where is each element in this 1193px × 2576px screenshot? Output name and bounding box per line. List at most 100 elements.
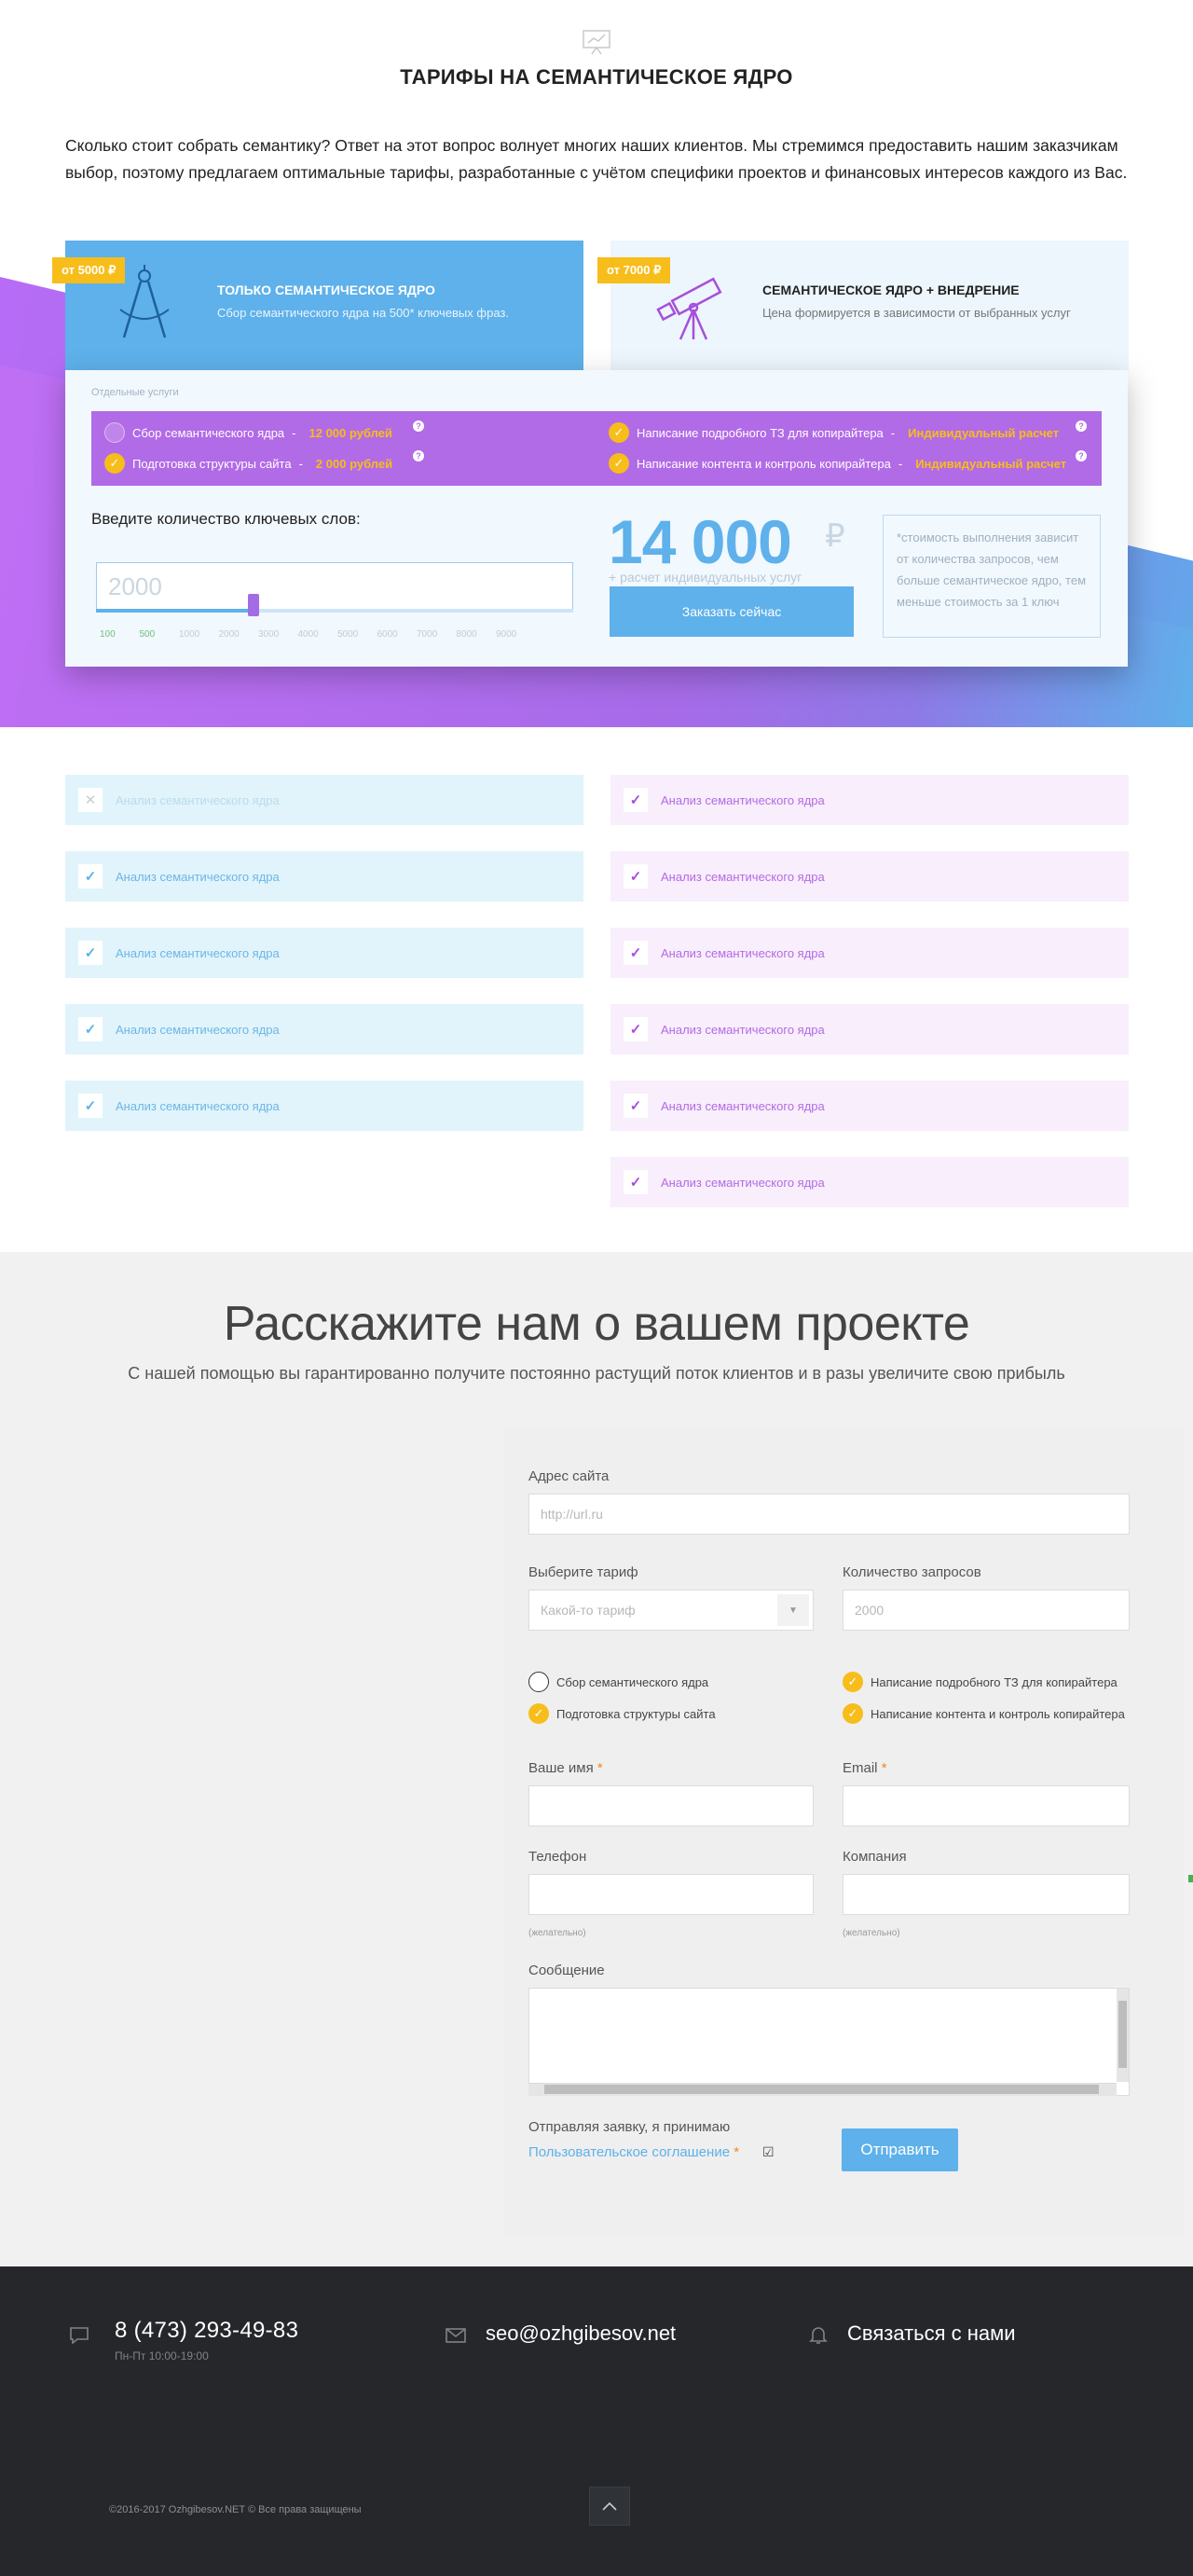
services-box: Сбор семантического ядра -12 000 рублей ?… [91,411,1102,486]
footer-email[interactable]: seo@ozhgibesov.net [486,2321,676,2346]
service-label: Подготовка структуры сайта [132,456,292,471]
service-label: Сбор семантического ядра [556,1674,709,1689]
checkbox[interactable] [104,422,125,443]
form-service-site-structure[interactable]: ✓ Подготовка структуры сайта [528,1703,716,1724]
feature-label: Анализ семантического ядра [661,869,825,884]
check-icon: ✓ [78,1094,103,1118]
service-tech-spec[interactable]: ✓ Написание подробного ТЗ для копирайтер… [609,422,1059,443]
chevron-down-icon[interactable]: ▼ [777,1594,809,1626]
name-label: Ваше имя * [528,1760,603,1776]
help-icon[interactable]: ? [1076,420,1087,432]
slider-tick: 1000 [179,629,200,640]
service-label: Сбор семантического ядра [132,425,285,440]
check-icon: ✓ [624,1170,648,1194]
help-icon[interactable]: ? [413,450,424,461]
form-title: Расскажите нам о вашем проекте [223,1297,970,1351]
phone-input[interactable] [528,1874,814,1915]
optional-note: (желательно) [843,1928,900,1938]
telescope-icon [652,261,727,345]
footer-hours: Пн-Пт 10:00-19:00 [115,2349,209,2362]
services-caption: Отдельные услуги [91,387,179,398]
agreement-text: Отправляя заявку, я принимаю [528,2119,731,2135]
tariff-subtitle: Сбор семантического ядра на 500* ключевы… [217,306,509,320]
form-service-tech-spec[interactable]: ✓ Написание подробного ТЗ для копирайтера [843,1672,1118,1692]
site-input[interactable]: http://url.ru [528,1494,1130,1535]
feature-label: Анализ семантического ядра [116,1022,280,1037]
check-icon[interactable]: ✓ [609,422,629,443]
feature-label: Анализ семантического ядра [116,792,280,807]
mail-icon [445,2325,467,2346]
footer [0,2266,1193,2576]
name-input[interactable] [528,1785,814,1826]
help-icon[interactable]: ? [413,420,424,432]
check-icon[interactable]: ✓ [104,453,125,474]
check-icon[interactable]: ✓ [843,1672,863,1692]
order-button[interactable]: Заказать сейчас [610,586,854,637]
form-service-content[interactable]: ✓ Написание контента и контроль копирайте… [843,1703,1125,1724]
phone-label: Телефон [528,1849,587,1865]
service-content[interactable]: ✓ Написание контента и контроль копирайт… [609,453,1066,474]
slider-fill [96,609,254,613]
feature-label: Анализ семантического ядра [116,1098,280,1113]
check-icon: ✓ [624,941,648,965]
feature-row: ✓ Анализ семантического ядра [610,1081,1129,1131]
footer-contact-link[interactable]: Связаться с нами [847,2321,1016,2346]
company-label: Компания [843,1849,907,1865]
slider-tick: 9000 [496,629,517,640]
keywords-input[interactable]: 2000 [96,562,573,611]
chevron-up-icon [602,2501,617,2511]
site-label: Адрес сайта [528,1468,610,1484]
currency-sign: ₽ [825,518,845,554]
agreement-checkbox[interactable]: ☑ [762,2144,775,2160]
help-icon[interactable]: ? [1076,450,1087,461]
company-input[interactable] [843,1874,1130,1915]
queries-input[interactable]: 2000 [843,1590,1130,1631]
check-icon: ✓ [78,941,103,965]
price-note: + расчет индивидуальных услуг [609,570,802,585]
email-input[interactable] [843,1785,1130,1826]
feature-row: ✓ Анализ семантического ядра [610,775,1129,825]
slider-tick: 100 [100,629,116,640]
service-price: Индивидуальный расчет [915,456,1067,471]
slider-handle[interactable] [247,594,259,616]
feature-row: ✓ Анализ семантического ядра [610,851,1129,902]
form-service-semantic-core[interactable]: Сбор семантического ядра [528,1672,708,1692]
scrollbar-thumb[interactable] [1118,2001,1127,2068]
scrollbar-thumb[interactable] [544,2085,1099,2094]
service-label: Написание подробного ТЗ для копирайтера [871,1674,1118,1689]
slider-tick: 2000 [218,629,240,640]
send-button[interactable]: Отправить [842,2128,958,2171]
tariff-card-extended[interactable]: от 7000 ₽ СЕМАНТИЧЕСКОЕ ЯДРО + ВНЕДРЕНИЕ… [597,241,1129,371]
message-textarea[interactable] [528,1988,1130,2096]
feature-label: Анализ семантического ядра [661,1175,825,1190]
cross-icon: ✕ [78,788,103,812]
tariff-select[interactable]: Какой-то тариф ▼ [528,1590,814,1631]
tariff-select-value: Какой-то тариф [541,1603,636,1618]
scroll-top-button[interactable] [589,2486,630,2526]
feature-label: Анализ семантического ядра [116,869,280,884]
feature-label: Анализ семантического ядра [661,945,825,960]
email-label: Email * [843,1760,887,1776]
slider-tick: 500 [139,629,156,640]
slider-tick: 7000 [417,629,438,640]
service-label: Подготовка структуры сайта [556,1706,716,1721]
feature-row: ✕ Анализ семантического ядра [65,775,583,825]
service-site-structure[interactable]: ✓ Подготовка структуры сайта -2 000 рубле… [104,453,392,474]
footer-phone[interactable]: 8 (473) 293-49-83 [115,2318,298,2344]
check-icon: ✓ [624,788,648,812]
check-icon[interactable]: ✓ [528,1703,549,1724]
service-semantic-core[interactable]: Сбор семантического ядра -12 000 рублей [104,422,392,443]
check-icon[interactable]: ✓ [609,453,629,474]
check-icon[interactable]: ✓ [843,1703,863,1724]
tariff-card-basic[interactable]: от 5000 ₽ ТОЛЬКО СЕМАНТИЧЕСКОЕ ЯДРО Сбор… [52,241,583,371]
optional-note: (желательно) [528,1928,586,1938]
feature-row: ✓ Анализ семантического ядра [65,928,583,978]
feature-row: ✓ Анализ семантического ядра [610,1157,1129,1207]
checkbox[interactable] [528,1672,549,1692]
check-icon: ✓ [624,1017,648,1041]
bell-icon [807,2324,830,2345]
message-label: Сообщение [528,1963,605,1978]
queries-label: Количество запросов [843,1564,981,1580]
agreement-link[interactable]: Пользовательское соглашение * [528,2144,739,2160]
presentation-icon [580,28,613,56]
